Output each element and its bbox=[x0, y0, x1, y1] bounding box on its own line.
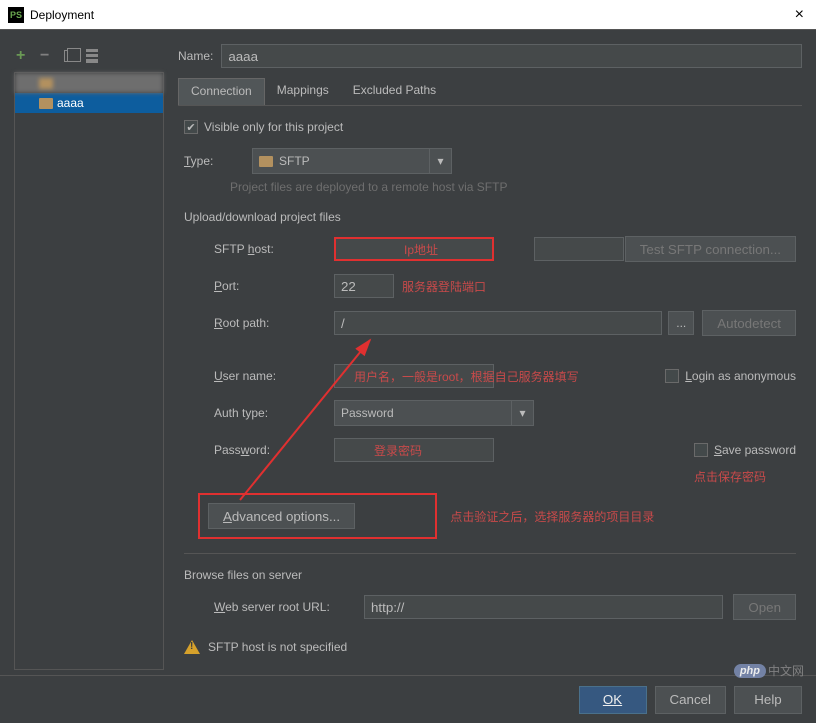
annotation-ip: Ip地址 bbox=[404, 241, 438, 258]
close-icon[interactable]: × bbox=[791, 6, 808, 24]
web-url-label: Web server root URL: bbox=[214, 600, 364, 614]
visible-project-checkbox[interactable]: ✔ bbox=[184, 120, 198, 134]
ok-button[interactable]: OK bbox=[579, 686, 647, 714]
sftp-host-extra[interactable] bbox=[534, 237, 624, 261]
port-input[interactable] bbox=[334, 274, 394, 298]
folder-icon bbox=[39, 78, 53, 89]
folder-icon bbox=[259, 156, 273, 167]
watermark: php 中文网 bbox=[734, 662, 804, 679]
open-button[interactable]: Open bbox=[733, 594, 796, 620]
chevron-down-icon: ▾ bbox=[429, 149, 451, 173]
copy-icon[interactable] bbox=[64, 50, 76, 62]
remove-icon[interactable]: − bbox=[40, 49, 54, 63]
web-url-input[interactable] bbox=[364, 595, 723, 619]
annotation-port: 服务器登陆端口 bbox=[402, 278, 486, 295]
tab-excluded[interactable]: Excluded Paths bbox=[341, 78, 448, 105]
sftp-host-label: SFTP host: bbox=[214, 242, 334, 256]
servers-icon[interactable] bbox=[86, 49, 98, 63]
visible-project-row: ✔ Visible only for this project bbox=[184, 120, 796, 134]
type-label: Type: bbox=[184, 154, 244, 168]
server-tree[interactable]: aaaa bbox=[14, 72, 164, 670]
cancel-button[interactable]: Cancel bbox=[655, 686, 727, 714]
annotation-user: 用户名，一般是root，根据自己服务器填写 bbox=[354, 368, 579, 385]
watermark-text: 中文网 bbox=[768, 662, 804, 679]
port-label: Port: bbox=[214, 279, 334, 293]
root-label: Root path: bbox=[214, 316, 334, 330]
tree-item[interactable] bbox=[15, 73, 163, 93]
annotation-pwd: 登录密码 bbox=[374, 442, 422, 459]
tab-mappings[interactable]: Mappings bbox=[265, 78, 341, 105]
tabs: Connection Mappings Excluded Paths bbox=[178, 78, 802, 106]
app-icon: PS bbox=[8, 7, 24, 23]
tab-connection[interactable]: Connection bbox=[178, 78, 265, 105]
annotation-advanced: 点击验证之后，选择服务器的项目目录 bbox=[450, 510, 654, 524]
advanced-options-button[interactable]: Advanced options... bbox=[208, 503, 355, 529]
browse-root-button[interactable]: ... bbox=[668, 311, 694, 335]
divider bbox=[184, 553, 796, 554]
window-title: Deployment bbox=[30, 8, 791, 22]
browse-section-title: Browse files on server bbox=[184, 568, 796, 582]
save-password-label: Save password bbox=[714, 443, 796, 457]
root-path-input[interactable] bbox=[334, 311, 662, 335]
sidebar-toolbar: + − bbox=[14, 44, 164, 68]
visible-project-label: Visible only for this project bbox=[204, 120, 343, 134]
authtype-label: Auth type: bbox=[214, 406, 334, 420]
tree-item-selected[interactable]: aaaa bbox=[15, 93, 163, 113]
warning-text: SFTP host is not specified bbox=[208, 640, 347, 654]
login-anon-checkbox[interactable] bbox=[665, 369, 679, 383]
password-label: Password: bbox=[214, 443, 334, 457]
type-select[interactable]: SFTP ▾ bbox=[252, 148, 452, 174]
authtype-select[interactable]: Password ▾ bbox=[334, 400, 534, 426]
deploy-hint: Project files are deployed to a remote h… bbox=[230, 180, 796, 194]
upload-section-title: Upload/download project files bbox=[184, 210, 796, 224]
chevron-down-icon: ▾ bbox=[511, 401, 533, 425]
name-label: Name: bbox=[178, 49, 213, 63]
main-panel: Name: Connection Mappings Excluded Paths… bbox=[178, 44, 802, 670]
tree-item-label: aaaa bbox=[57, 96, 84, 110]
test-connection-button[interactable]: Test SFTP connection... bbox=[625, 236, 796, 262]
tab-content: ✔ Visible only for this project Type: SF… bbox=[178, 106, 802, 670]
authtype-value: Password bbox=[341, 406, 394, 420]
login-anon-label: Login as anonymous bbox=[685, 369, 796, 383]
warning-icon bbox=[184, 640, 200, 654]
dialog-footer: OK Cancel Help bbox=[0, 675, 816, 723]
type-value: SFTP bbox=[279, 154, 310, 168]
folder-icon bbox=[39, 98, 53, 109]
autodetect-button[interactable]: Autodetect bbox=[702, 310, 796, 336]
dialog-body: + − aaaa Name: Connection Mappings Exclu… bbox=[0, 30, 816, 670]
annotation-savepwd: 点击保存密码 bbox=[694, 470, 766, 484]
username-label: User name: bbox=[214, 369, 334, 383]
name-input[interactable] bbox=[221, 44, 802, 68]
sidebar: + − aaaa bbox=[14, 44, 164, 670]
save-password-checkbox[interactable] bbox=[694, 443, 708, 457]
php-badge: php bbox=[734, 664, 766, 678]
warning-row: SFTP host is not specified bbox=[184, 640, 796, 654]
titlebar: PS Deployment × bbox=[0, 0, 816, 30]
help-button[interactable]: Help bbox=[734, 686, 802, 714]
add-icon[interactable]: + bbox=[16, 49, 30, 63]
